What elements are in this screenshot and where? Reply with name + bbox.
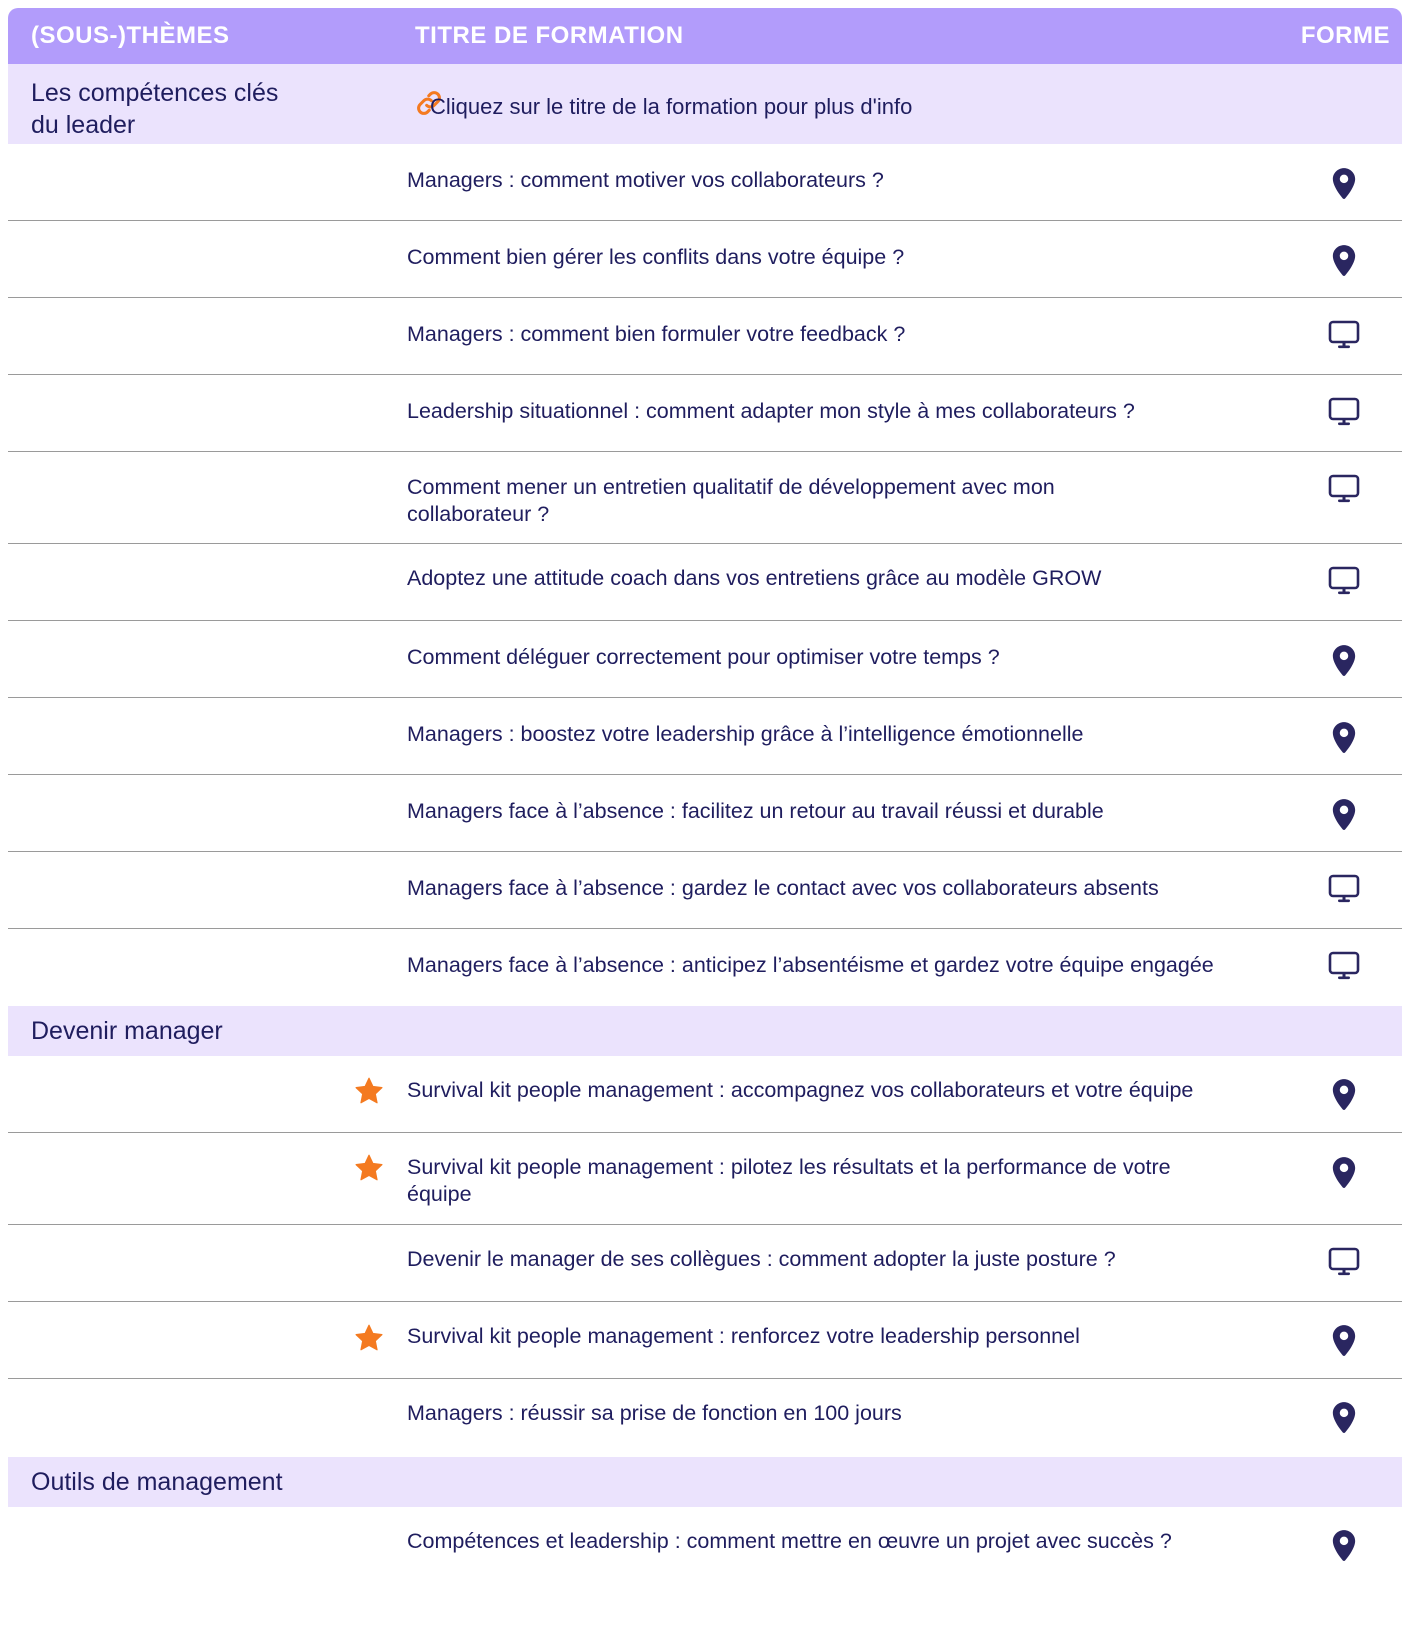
location-pin-icon <box>1327 1078 1361 1112</box>
location-pin-icon <box>1327 644 1361 678</box>
location-pin-icon <box>1327 167 1361 201</box>
table-row[interactable]: Comment mener un entretien qualitatif de… <box>8 452 1402 544</box>
formation-title-link[interactable]: Leadership situationnel : comment adapte… <box>407 397 1287 426</box>
monitor-icon <box>1327 871 1361 905</box>
location-pin-icon <box>1327 798 1361 832</box>
table-row[interactable]: Managers : comment motiver vos collabora… <box>8 144 1402 221</box>
star-icon <box>354 1153 384 1183</box>
table-row[interactable]: Compétences et leadership : comment mett… <box>8 1507 1402 1583</box>
table-row[interactable]: Devenir le manager de ses collègues : co… <box>8 1225 1402 1302</box>
formation-title-link[interactable]: Managers face à l’absence : facilitez un… <box>407 797 1287 826</box>
formation-title-link[interactable]: Managers : comment motiver vos collabora… <box>407 166 1287 195</box>
section-title: Devenir manager <box>31 1017 223 1045</box>
monitor-icon <box>1327 1244 1361 1278</box>
table-row[interactable]: Managers face à l’absence : facilitez un… <box>8 775 1402 852</box>
formation-title-link[interactable]: Compétences et leadership : comment mett… <box>407 1527 1287 1556</box>
location-pin-icon <box>1327 721 1361 755</box>
star-icon <box>354 1076 384 1106</box>
location-pin-icon <box>1327 1529 1361 1563</box>
monitor-icon <box>1327 563 1361 597</box>
formation-title-link[interactable]: Adoptez une attitude coach dans vos entr… <box>407 564 1287 593</box>
formation-title-link[interactable]: Survival kit people management : accompa… <box>407 1076 1287 1105</box>
header-themes: (SOUS-)THÈMES <box>31 22 230 49</box>
formation-table: (SOUS-)THÈMES TITRE DE FORMATION FORME L… <box>8 8 1402 1583</box>
formation-title-link[interactable]: Survival kit people management : renforc… <box>407 1322 1287 1351</box>
table-row[interactable]: Comment bien gérer les conflits dans vot… <box>8 221 1402 298</box>
table-row[interactable]: Leadership situationnel : comment adapte… <box>8 375 1402 452</box>
monitor-icon <box>1327 317 1361 351</box>
section-title: Les compétences clés du leader <box>31 79 279 139</box>
formation-title-link[interactable]: Managers face à l’absence : gardez le co… <box>407 874 1287 903</box>
monitor-icon <box>1327 394 1361 428</box>
table-row[interactable]: Managers : réussir sa prise de fonction … <box>8 1379 1402 1457</box>
section-competences-cles: Les compétences clés du leader Cliquez s… <box>8 64 1402 144</box>
formation-title-link[interactable]: Comment déléguer correctement pour optim… <box>407 643 1287 672</box>
section-title: Outils de management <box>31 1468 283 1496</box>
header-forme: FORME <box>1300 22 1390 49</box>
location-pin-icon <box>1327 1156 1361 1190</box>
formation-title-link[interactable]: Survival kit people management : pilotez… <box>407 1154 1287 1208</box>
table-row[interactable]: Survival kit people management : accompa… <box>8 1056 1402 1133</box>
table-row[interactable]: Survival kit people management : renforc… <box>8 1302 1402 1379</box>
formation-title-link[interactable]: Managers : réussir sa prise de fonction … <box>407 1399 1287 1428</box>
formation-title-link[interactable]: Managers : boostez votre leadership grâc… <box>407 720 1287 749</box>
table-row[interactable]: Comment déléguer correctement pour optim… <box>8 621 1402 698</box>
table-row[interactable]: Managers face à l’absence : gardez le co… <box>8 852 1402 929</box>
table-row[interactable]: Managers face à l’absence : anticipez l’… <box>8 929 1402 1006</box>
table-row[interactable]: Managers : boostez votre leadership grâc… <box>8 698 1402 775</box>
section-outils-management: Outils de management <box>8 1457 1402 1507</box>
monitor-icon <box>1327 948 1361 982</box>
table-header: (SOUS-)THÈMES TITRE DE FORMATION FORME <box>8 8 1402 64</box>
info-hint: Cliquez sur le titre de la formation pou… <box>430 94 913 119</box>
formation-title-link[interactable]: Comment mener un entretien qualitatif de… <box>407 474 1287 528</box>
formation-title-link[interactable]: Managers face à l’absence : anticipez l’… <box>407 951 1287 980</box>
formation-title-link[interactable]: Devenir le manager de ses collègues : co… <box>407 1245 1287 1274</box>
formation-title-link[interactable]: Managers : comment bien formuler votre f… <box>407 320 1287 349</box>
location-pin-icon <box>1327 1401 1361 1435</box>
location-pin-icon <box>1327 1324 1361 1358</box>
header-title: TITRE DE FORMATION <box>415 22 684 49</box>
location-pin-icon <box>1327 244 1361 278</box>
monitor-icon <box>1327 471 1361 505</box>
formation-title-link[interactable]: Comment bien gérer les conflits dans vot… <box>407 243 1287 272</box>
section-devenir-manager: Devenir manager <box>8 1006 1402 1056</box>
star-icon <box>354 1323 384 1353</box>
table-row[interactable]: Adoptez une attitude coach dans vos entr… <box>8 544 1402 621</box>
table-row[interactable]: Survival kit people management : pilotez… <box>8 1133 1402 1225</box>
table-row[interactable]: Managers : comment bien formuler votre f… <box>8 298 1402 375</box>
